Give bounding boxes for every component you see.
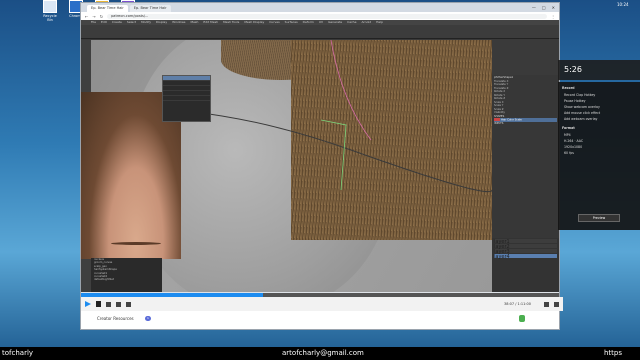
tab-active[interactable]: Ep. Bear Time Hair — [87, 5, 128, 12]
layer-row[interactable]: layer2 — [494, 244, 557, 250]
outliner-item[interactable]: defaultLightSet — [94, 278, 162, 281]
video-frame[interactable]: File Edit Create Select Modify Display W… — [81, 20, 559, 292]
recorder-panel: Record Record Clap Hotkey Pause Hotkey S… — [558, 82, 640, 230]
fullscreen-icon[interactable] — [554, 301, 559, 307]
maya-menu-item: Help — [376, 20, 383, 24]
format-title: Format — [562, 126, 575, 130]
maya-menu-item: Deform — [302, 20, 314, 24]
pause-icon[interactable] — [96, 301, 101, 307]
video-time: 38:07 / 1:11:00 — [504, 302, 531, 306]
selection-curve — [320, 119, 347, 191]
maya-menu-item: Cache — [347, 20, 357, 24]
layer-row[interactable]: layer3 — [494, 249, 557, 255]
close-button[interactable]: ✕ — [552, 3, 555, 12]
watermark-left: tofcharly — [2, 349, 34, 357]
corner-clock: 10:24 — [617, 2, 629, 7]
reload-icon[interactable]: ↻ — [100, 14, 103, 19]
volume-icon[interactable] — [126, 301, 131, 307]
format-item: 60 fps — [564, 151, 574, 155]
maya-menu-item: Surfaces — [284, 20, 298, 24]
maya-menu-item: Mesh — [190, 20, 199, 24]
window-controls: — □ ✕ — [532, 3, 559, 12]
clock-time: 5:26 — [564, 65, 582, 74]
tab-second[interactable]: Ep. Bear Time Hair — [129, 5, 171, 12]
maya-menu-item: Generate — [328, 20, 343, 24]
skip-back-icon[interactable] — [106, 301, 111, 307]
settings-icon[interactable] — [544, 301, 549, 307]
layer-row[interactable]: layer1 — [494, 239, 557, 245]
outliner-list: nucleus groom_curves scalp_geo hairSyste… — [91, 258, 162, 292]
play-icon[interactable] — [85, 301, 91, 307]
maya-menu-item: Modify — [141, 20, 152, 24]
browser-window: Ep. Bear Time Hair Ep. Bear Time Hair — … — [80, 2, 563, 330]
url-input[interactable]: patreon.com/posts/... — [107, 13, 547, 19]
maya-menu-item: Curves — [269, 20, 280, 24]
preview-button[interactable]: Preview — [578, 214, 620, 222]
forward-icon[interactable]: → — [92, 14, 95, 19]
address-bar: ← → ↻ patreon.com/posts/... ⋮ — [81, 12, 559, 20]
maya-menu-item: Mesh Display — [244, 20, 265, 24]
tab-bar: Ep. Bear Time Hair Ep. Bear Time Hair — … — [81, 3, 559, 12]
desktop-icon-recycle-bin[interactable]: Recycle Bin — [40, 0, 60, 22]
selection-curve — [330, 40, 372, 141]
maya-menu-item: Edit — [101, 20, 107, 24]
clock-widget: 5:26 — [558, 60, 640, 80]
notification-badge: 1 — [145, 316, 151, 321]
panel-title: Record — [562, 86, 575, 90]
page-footer: Creator Resources 1 — [81, 311, 559, 329]
maya-menu-item: Select — [126, 20, 137, 24]
watermark-bar: tofcharly artofcharly@gmail.com https — [0, 347, 640, 360]
layer-editor: layer1 layer2 layer3 layer4 — [492, 238, 559, 292]
inputs-header: INPUTS — [494, 122, 504, 125]
layer-row-selected[interactable]: layer4 — [494, 254, 557, 260]
attribute-window — [162, 75, 211, 122]
back-icon[interactable]: ← — [85, 14, 88, 19]
attr-row — [163, 96, 210, 101]
recycle-bin-icon — [43, 0, 57, 13]
menu-icon[interactable]: ⋮ — [551, 14, 555, 19]
maya-menu-item: UV — [318, 20, 324, 24]
maya-shelf — [81, 25, 559, 39]
eyebrow-shape — [111, 242, 161, 245]
color-swatch — [494, 118, 500, 121]
maya-menu-item: Windows — [172, 20, 186, 24]
watermark-email: artofcharly@gmail.com — [282, 349, 364, 357]
maya-menu-item: Edit Mesh — [203, 20, 219, 24]
video-controls: 38:07 / 1:11:00 — [81, 297, 563, 311]
maximize-button[interactable]: □ — [542, 3, 546, 12]
maya-menu-item: Arnold — [361, 20, 372, 24]
maya-menu-item: File — [91, 20, 97, 24]
creator-resources-link[interactable]: Creator Resources — [97, 316, 134, 321]
minimize-button[interactable]: — — [532, 3, 536, 12]
maya-menu-item: Mesh Tools — [223, 20, 240, 24]
skip-forward-icon[interactable] — [116, 301, 121, 307]
maya-menu-item: Display — [156, 20, 168, 24]
maya-menu-item: Create — [111, 20, 122, 24]
watermark-right: https — [604, 349, 623, 357]
shield-icon[interactable] — [519, 315, 525, 322]
